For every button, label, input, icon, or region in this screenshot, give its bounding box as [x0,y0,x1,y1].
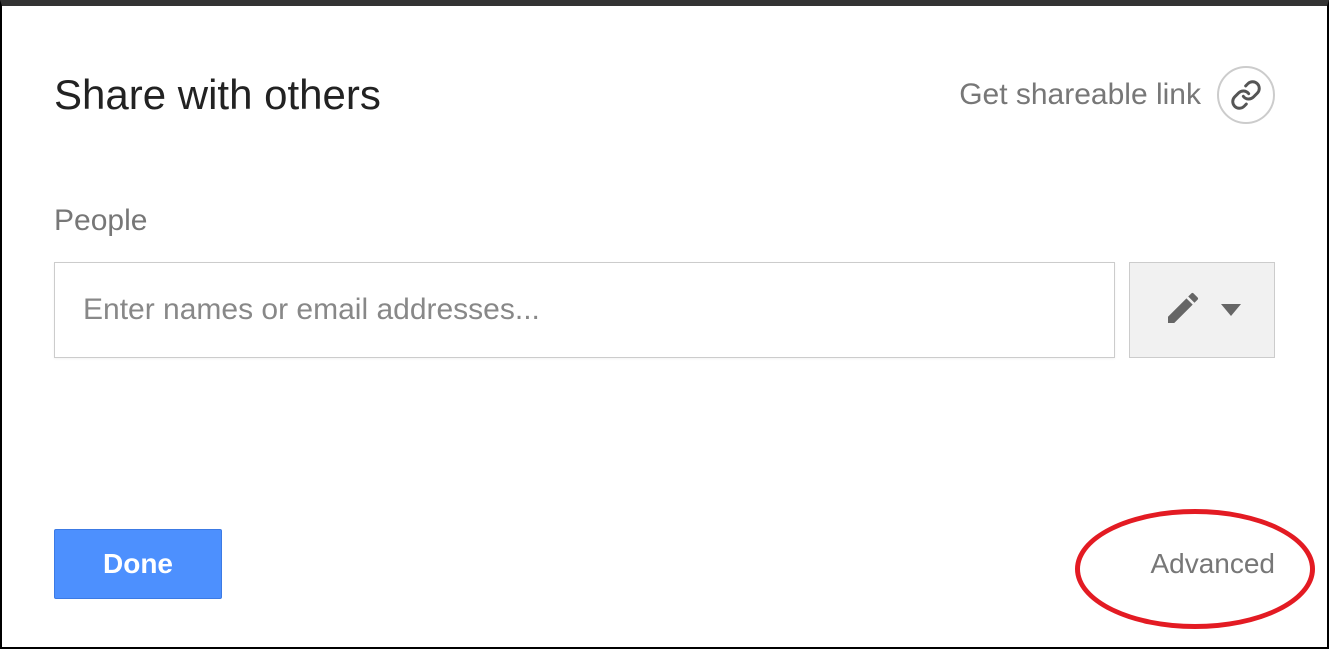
share-dialog: Share with others Get shareable link Peo… [0,0,1329,649]
permissions-dropdown-button[interactable] [1129,262,1275,358]
people-input-row [54,262,1275,358]
people-label: People [54,204,1275,238]
chevron-down-icon [1221,304,1241,316]
people-input[interactable] [54,262,1115,358]
dialog-title: Share with others [54,71,381,119]
dialog-header: Share with others Get shareable link [54,66,1275,124]
pencil-icon [1163,288,1203,333]
shareable-link-label: Get shareable link [959,78,1201,112]
get-shareable-link-button[interactable]: Get shareable link [959,66,1275,124]
advanced-link[interactable]: Advanced [1150,548,1275,580]
link-icon [1217,66,1275,124]
done-button[interactable]: Done [54,529,222,599]
dialog-footer: Done Advanced [54,529,1275,599]
